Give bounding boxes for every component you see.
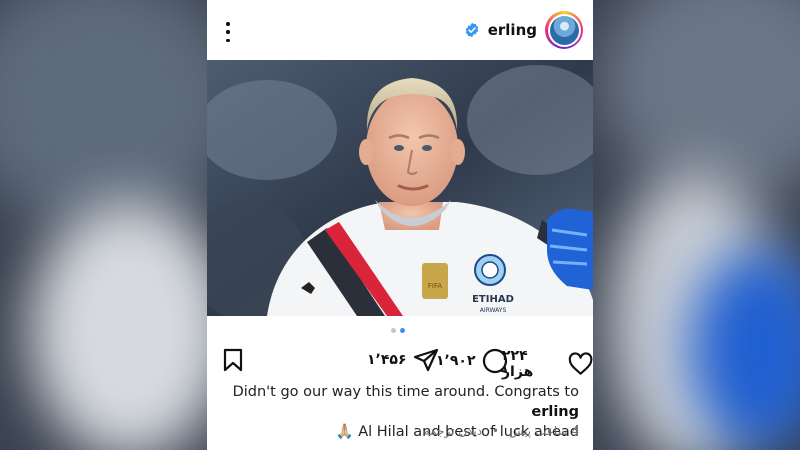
- carousel-indicator: [391, 328, 405, 333]
- svg-text:ETIHAD: ETIHAD: [472, 294, 514, 305]
- caption-text: Didn't go our way this time around. Cong…: [232, 384, 579, 400]
- post-header: erling: [207, 0, 593, 60]
- save-button[interactable]: [222, 348, 244, 372]
- username[interactable]: erling: [488, 21, 537, 39]
- share-count: ۱٬۴۵۶: [367, 352, 407, 368]
- carousel-dot-active: [400, 328, 405, 333]
- comment-button[interactable]: ۱٬۹۰۲: [436, 348, 508, 374]
- like-button[interactable]: ۲۲۴ هزار: [502, 348, 593, 380]
- heart-icon: [568, 352, 593, 375]
- bookmark-icon: [223, 348, 243, 372]
- profile-avatar-icon: [549, 15, 579, 45]
- like-count: ۲۲۴ هزار: [502, 348, 534, 380]
- meta-separator: •: [491, 424, 499, 438]
- post-time: 4 ساعت پیش: [508, 424, 579, 438]
- comment-count: ۱٬۹۰۲: [436, 353, 476, 369]
- verified-badge-icon: [465, 22, 478, 38]
- post-author[interactable]: erling: [464, 11, 583, 49]
- carousel-dot: [391, 328, 396, 333]
- instagram-post: erling FIFA ETIHAD AIRWAYS ۱٬۴۵۶ ۱٬۹۰۲ ۲…: [207, 0, 593, 450]
- translate-link[interactable]: دیدن ترجمه: [424, 424, 482, 438]
- caption-mention[interactable]: erling: [531, 404, 579, 420]
- more-vertical-icon[interactable]: [221, 22, 235, 42]
- share-icon: [413, 348, 438, 372]
- svg-text:FIFA: FIFA: [428, 282, 442, 290]
- post-actions: ۱٬۴۵۶ ۱٬۹۰۲ ۲۲۴ هزار: [207, 340, 593, 380]
- svg-text:AIRWAYS: AIRWAYS: [480, 307, 507, 314]
- player-photo: FIFA ETIHAD AIRWAYS: [207, 60, 593, 316]
- post-meta: دیدن ترجمه • 4 ساعت پیش: [207, 424, 579, 438]
- caption-line-1: Didn't go our way this time around. Cong…: [207, 382, 579, 422]
- share-button[interactable]: ۱٬۴۵۶: [367, 348, 439, 372]
- story-ring[interactable]: [545, 11, 583, 49]
- post-image[interactable]: FIFA ETIHAD AIRWAYS: [207, 60, 593, 316]
